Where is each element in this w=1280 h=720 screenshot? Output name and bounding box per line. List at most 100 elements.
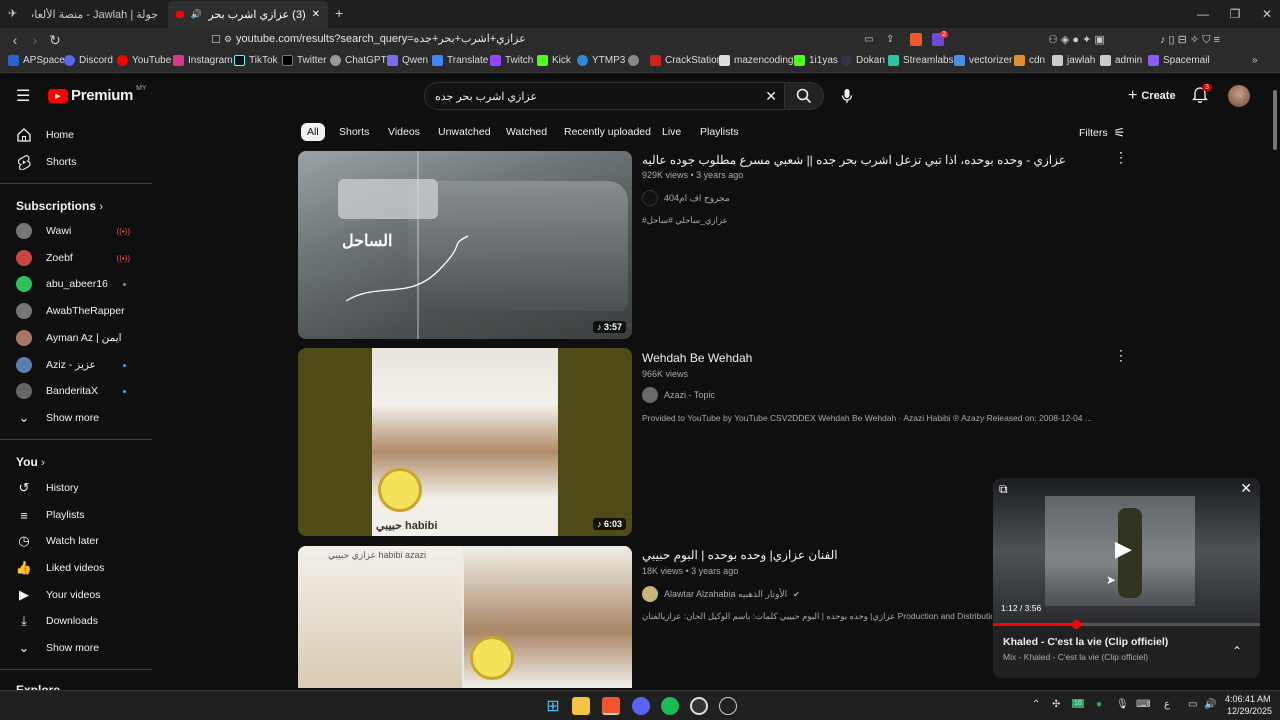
bookmark-item[interactable]: YTMP3 <box>577 55 625 66</box>
clock-date[interactable]: 12/29/2025 <box>1227 706 1272 716</box>
sidebar-item-subscription[interactable]: Wawi ((•)) <box>16 221 146 241</box>
sidebar-item-subscription[interactable]: BanderitaX <box>16 381 146 401</box>
browser-menu-icon[interactable]: ✈ <box>8 7 17 20</box>
miniplayer-close-icon[interactable]: ✕ <box>1240 480 1252 497</box>
bookmark-item[interactable]: Spacemail <box>1148 55 1210 66</box>
bookmark-item[interactable]: Translate <box>432 55 488 66</box>
site-info-icon[interactable]: ⚙ <box>224 34 232 45</box>
tab-jawlah[interactable]: جولة | Jawlah - منصة الألعاب التفاعلية <box>24 0 166 28</box>
miniplayer-title[interactable]: Khaled - C'est la vie (Clip officiel) <box>1003 636 1168 648</box>
bookmark-item[interactable]: Kick <box>537 55 571 66</box>
brave-shield-icon[interactable] <box>910 33 922 46</box>
tab-youtube[interactable]: 🔊 (3) عزازي اشرب بحر جده - YouTube ✕ <box>168 1 328 28</box>
bookmark-item[interactable]: CrackStation <box>650 55 722 66</box>
address-bar[interactable]: youtube.com/results?search_query=عزازي+ا… <box>236 32 526 45</box>
bookmark-item[interactable]: Dokan <box>841 55 885 66</box>
chip-unwatched[interactable]: Unwatched <box>432 123 497 141</box>
microphone-tray-icon[interactable]: 🎙 <box>1116 699 1129 710</box>
progress-bar[interactable] <box>993 620 1260 629</box>
filters-button[interactable]: Filters ⚟ <box>1079 125 1125 141</box>
bookmark-item[interactable]: Twitch <box>490 55 533 66</box>
youtube-premium-logo[interactable]: ▶ Premium MY <box>48 85 147 104</box>
tray-app-icon[interactable]: ✣ <box>1052 699 1060 710</box>
play-icon[interactable]: ▶ <box>1115 536 1132 562</box>
toolbar-icons[interactable]: ♪ ▯ ⊟ ✧ ⛉ ≡ <box>1160 33 1220 47</box>
tab-close-icon[interactable]: ✕ <box>312 9 320 20</box>
bookmark-item[interactable]: Twitter <box>282 55 326 66</box>
chip-playlists[interactable]: Playlists <box>694 123 745 141</box>
sidebar-item-liked-videos[interactable]: 👍 Liked videos <box>16 558 146 578</box>
chip-recently-uploaded[interactable]: Recently uploaded <box>558 123 657 141</box>
bookmark-item[interactable]: ChatGPT <box>330 55 387 66</box>
show-more-subscriptions[interactable]: ⌄ Show more <box>16 408 146 428</box>
bookmark-item[interactable]: admin <box>1100 55 1142 66</box>
bookmark-item[interactable]: Streamlabs <box>888 55 954 66</box>
video-title[interactable]: عزازي - وحده بوحده، اذا تبي تزعل اشرب بح… <box>642 153 1066 167</box>
miniplayer-video[interactable]: ⧉ ✕ ▶ 1:12 / 3:56 <box>993 478 1260 623</box>
sidebar-item-shorts[interactable]: Shorts <box>16 152 146 172</box>
obs-icon[interactable] <box>690 697 708 715</box>
chip-shorts[interactable]: Shorts <box>333 123 375 141</box>
sidebar-item-subscription[interactable]: AwabTheRapper <box>16 301 146 321</box>
bookmarks-overflow-icon[interactable]: » <box>1252 55 1258 66</box>
windows-start-icon[interactable]: ⊞ <box>544 697 562 715</box>
chip-live[interactable]: Live <box>656 123 687 141</box>
back-icon[interactable]: ‹ <box>7 32 23 48</box>
bookmark-item[interactable]: Qwen <box>387 55 428 66</box>
chip-all[interactable]: All <box>301 123 325 141</box>
sidebar-item-subscription[interactable]: abu_abeer16 <box>16 274 146 294</box>
tray-status-icon[interactable]: ● <box>1096 699 1102 710</box>
sidebar-item-subscription[interactable]: Zoebf ((•)) <box>16 248 146 268</box>
scrollbar[interactable] <box>1272 78 1278 690</box>
chip-videos[interactable]: Videos <box>382 123 426 141</box>
bookmark-item[interactable]: TikTok <box>234 55 278 66</box>
extensions-icon[interactable]: ⚇ ◈ ● ✦ ▣ <box>1048 33 1105 46</box>
channel-link[interactable]: Azazi - Topic <box>642 387 715 403</box>
avatar[interactable] <box>1228 85 1250 107</box>
bookmark-item[interactable]: jawlah <box>1052 55 1095 66</box>
discord-icon[interactable] <box>632 697 650 715</box>
hamburger-menu-icon[interactable]: ☰ <box>16 86 30 106</box>
language-indicator[interactable]: ع <box>1164 699 1170 710</box>
brave-browser-icon[interactable] <box>602 697 620 715</box>
miniplayer[interactable]: ⧉ ✕ ▶ 1:12 / 3:56 Khaled - C'est la vie … <box>993 478 1260 678</box>
show-more-you[interactable]: ⌄ Show more <box>16 638 146 658</box>
more-options-icon[interactable]: ⋮ <box>1114 348 1128 362</box>
you-heading[interactable]: You › <box>16 455 45 469</box>
sidebar-item-home[interactable]: Home <box>16 125 146 145</box>
search-input[interactable]: عزازي اشرب بحر جده <box>435 90 537 103</box>
progress-knob[interactable] <box>1071 620 1081 629</box>
tray-overflow-icon[interactable]: ⌃ <box>1032 699 1040 710</box>
chip-watched[interactable]: Watched <box>500 123 553 141</box>
chatgpt-app-icon[interactable] <box>719 697 737 715</box>
sidebar-item-your-videos[interactable]: ▶ Your videos <box>16 585 146 605</box>
reload-icon[interactable]: ↻ <box>47 32 63 48</box>
new-tab-icon[interactable]: + <box>335 5 343 21</box>
spotify-icon[interactable] <box>661 697 679 715</box>
create-button[interactable]: + Create <box>1118 82 1186 110</box>
clock-time[interactable]: 4:06:41 AM <box>1225 694 1271 704</box>
expand-icon[interactable]: ⧉ <box>999 482 1008 497</box>
forward-icon[interactable]: › <box>27 32 43 48</box>
microphone-icon[interactable] <box>841 88 853 104</box>
keyboard-icon[interactable]: ⌨ <box>1136 699 1150 710</box>
sidebar-item-subscription[interactable]: Aziz - عزيز <box>16 355 146 375</box>
search-button[interactable] <box>784 82 824 110</box>
sidebar-item-downloads[interactable]: ⤓ Downloads <box>16 611 146 631</box>
sidebar-item-history[interactable]: ↺ History <box>16 478 146 498</box>
file-explorer-icon[interactable] <box>572 697 590 715</box>
more-options-icon[interactable]: ⋮ <box>1114 150 1128 164</box>
network-icon[interactable]: ▭ <box>1188 699 1197 710</box>
clear-search-icon[interactable]: ✕ <box>765 88 777 105</box>
speaker-icon[interactable]: 🔊 <box>190 9 201 20</box>
bookmark-item[interactable]: Discord <box>64 55 113 66</box>
bookmark-page-icon[interactable]: ☐ <box>208 32 224 48</box>
channel-link[interactable]: مجروح اف ام404 <box>642 190 730 206</box>
video-thumbnail[interactable]: عزازي حبيبي habibi azazi <box>298 546 632 688</box>
bookmark-item[interactable]: YouTube <box>117 55 171 66</box>
cast-icon[interactable]: ▭ <box>864 34 873 45</box>
bookmark-item[interactable]: Instagram <box>173 55 232 66</box>
notifications-button[interactable]: 3 <box>1191 84 1212 108</box>
channel-link[interactable]: Alawtar Alzahabia الأوتار الذهبيه ✔ <box>642 586 800 602</box>
sidebar-item-playlists[interactable]: ≡ Playlists <box>16 505 146 525</box>
